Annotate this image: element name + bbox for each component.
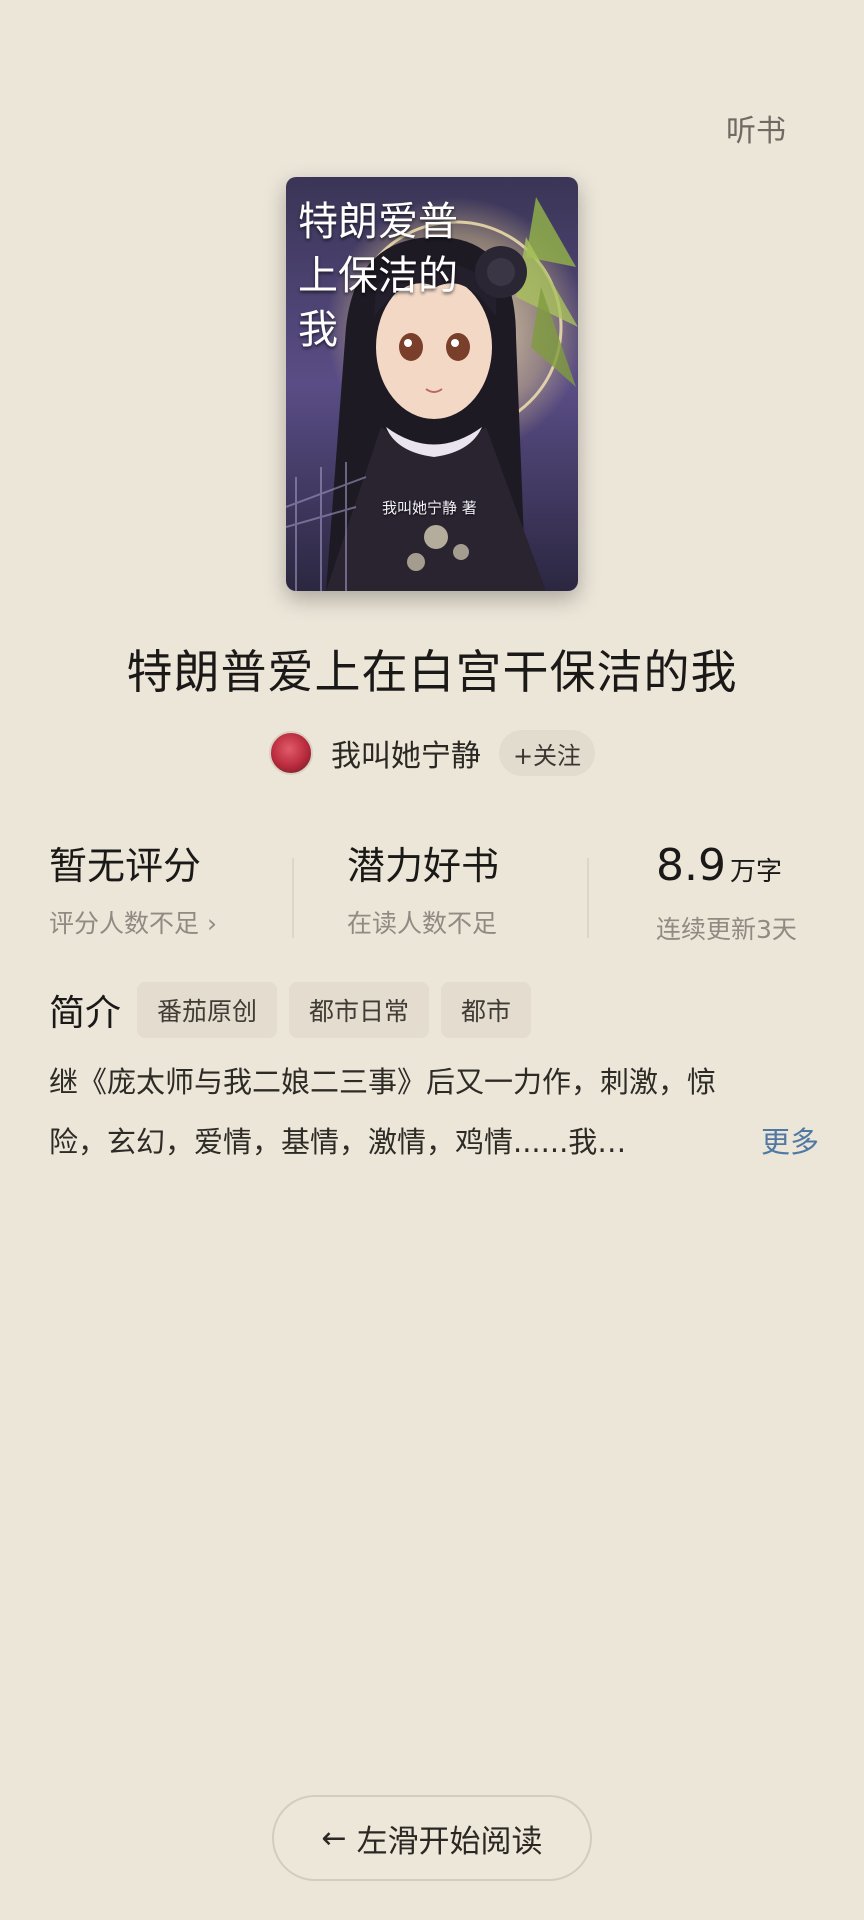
book-cover[interactable]: 特朗爱普 上保洁的 我 我叫她宁静 著 xyxy=(286,177,578,591)
rating-stat[interactable]: 暂无评分 评分人数不足 › xyxy=(49,842,217,940)
word-count-number: 8.9 xyxy=(656,840,726,891)
intro-header: 简介 番茄原创 都市日常 都市 xyxy=(49,982,543,1038)
cover-author-credit: 我叫她宁静 著 xyxy=(382,499,477,517)
synopsis-line: 险，玄幻，爱情，基情，激情，鸡情......我… xyxy=(49,1125,627,1159)
word-count-unit: 万字 xyxy=(729,857,782,887)
update-status: 连续更新3天 xyxy=(656,915,797,944)
author-row: 我叫她宁静 +关注 xyxy=(0,730,864,776)
potential-sub: 在读人数不足 xyxy=(347,909,498,938)
synopsis: 继《庞太师与我二娘二三事》后又一力作，刺激，惊 险，玄幻，爱情，基情，激情，鸡情… xyxy=(49,1052,819,1172)
start-reading-button[interactable]: ← 左滑开始阅读 xyxy=(272,1795,592,1881)
follow-button[interactable]: +关注 xyxy=(498,730,596,776)
rating-value: 暂无评分 xyxy=(49,844,202,888)
synopsis-line: 继《庞太师与我二娘二三事》后又一力作，刺激，惊 xyxy=(49,1065,717,1099)
tag-chip[interactable]: 番茄原创 xyxy=(137,982,278,1038)
intro-label: 简介 xyxy=(49,993,122,1034)
cover-title-line: 特朗爱普 xyxy=(298,199,458,245)
more-link[interactable]: 更多 xyxy=(761,1112,819,1172)
tag-chip[interactable]: 都市 xyxy=(441,982,532,1038)
listen-button[interactable]: 听书 xyxy=(726,106,786,150)
stats-divider xyxy=(292,858,294,938)
arrow-left-icon: ← xyxy=(321,1820,347,1856)
rating-sub: 评分人数不足 › xyxy=(49,909,217,938)
cover-title-line: 我 xyxy=(298,307,338,353)
book-title: 特朗普爱上在白宫干保洁的我 xyxy=(126,645,738,699)
word-count-stat: 8.9 万字 连续更新3天 xyxy=(656,842,797,946)
potential-stat: 潜力好书 在读人数不足 xyxy=(347,842,499,940)
start-reading-label: 左滑开始阅读 xyxy=(356,1823,543,1860)
author-name[interactable]: 我叫她宁静 xyxy=(331,731,481,775)
potential-value: 潜力好书 xyxy=(347,844,500,888)
stats-divider xyxy=(587,858,589,938)
cover-title: 特朗爱普 上保洁的 我 xyxy=(298,195,498,357)
cover-title-line: 上保洁的 xyxy=(298,253,458,299)
stats-bar: 暂无评分 评分人数不足 › 潜力好书 在读人数不足 8.9 万字 连续更新3天 xyxy=(0,842,864,945)
author-avatar[interactable] xyxy=(268,731,313,775)
tag-chip[interactable]: 都市日常 xyxy=(289,982,430,1038)
